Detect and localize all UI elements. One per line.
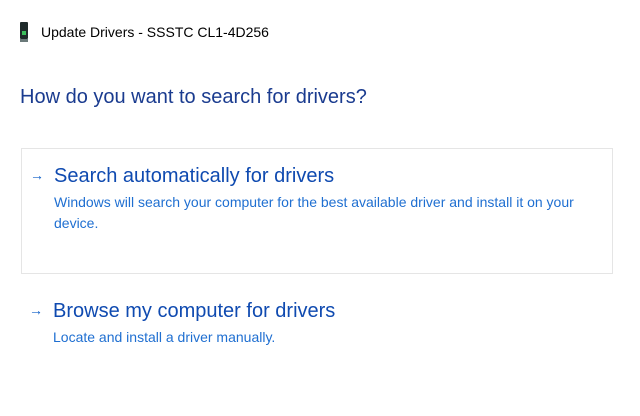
arrow-right-icon: → bbox=[29, 302, 43, 318]
option-description: Locate and install a driver manually. bbox=[53, 329, 276, 345]
option-title: Search automatically for drivers bbox=[54, 165, 335, 187]
arrow-right-icon: → bbox=[30, 167, 44, 183]
option-description: Windows will search your computer for th… bbox=[54, 194, 574, 231]
window-title-bar: Update Drivers - SSSTC CL1-4D256 bbox=[18, 22, 269, 42]
window-title: Update Drivers - SSSTC CL1-4D256 bbox=[41, 24, 269, 40]
option-title: Browse my computer for drivers bbox=[53, 300, 336, 322]
page-heading: How do you want to search for drivers? bbox=[20, 86, 367, 108]
storage-device-icon bbox=[18, 22, 30, 42]
browse-computer-option[interactable]: → Browse my computer for drivers Locate … bbox=[21, 292, 613, 362]
search-automatically-option[interactable]: → Search automatically for drivers Windo… bbox=[21, 148, 613, 274]
